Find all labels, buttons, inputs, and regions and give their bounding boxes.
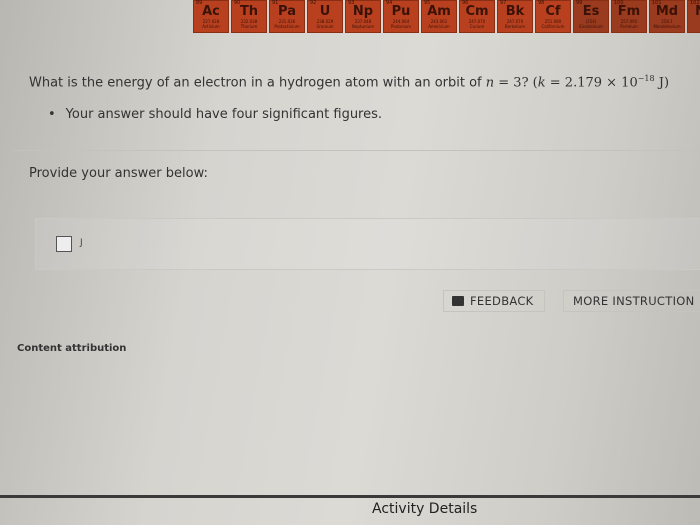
element-num: 99 [576,0,583,6]
element-num: 101 [652,0,662,6]
element-name: Mendelevium [653,24,681,29]
element-sym: No [688,5,700,19]
element-name: Einsteinium [579,24,603,29]
element-np: 93 Np 237.048 Neptunium [345,0,381,33]
element-num: 95 [424,0,431,6]
element-name: Curium [469,24,485,29]
feedback-icon [452,296,464,306]
element-no: 102No [687,0,700,33]
element-cm: 96 Cm 247.070 Curium [459,0,495,33]
element-sym: Cm [465,4,489,19]
element-name: Protactinium [274,24,300,29]
element-num: 89 [196,0,203,6]
answer-input[interactable] [56,236,72,252]
question-text: What is the energy of an electron in a h… [29,74,670,91]
element-md: 101 Md 258.1 Mendelevium [649,0,685,33]
element-pu: 94 Pu 244.064 Plutonium [383,0,419,33]
element-num: 96 [462,0,469,6]
element-num: 94 [386,0,393,6]
element-num: 98 [538,0,545,6]
element-num: 90 [234,0,241,6]
element-sym: U [319,4,331,19]
element-u: 92 U 238.029 Uranium [307,0,343,33]
more-instruction-button[interactable]: MORE INSTRUCTION [563,290,700,312]
element-sym: Cf [545,4,561,19]
element-name: Neptunium [351,24,375,29]
activity-details-button[interactable]: Activity Details [372,501,477,517]
element-sym: Es [582,4,600,19]
element-sym: Pu [391,4,411,19]
element-num: 100 [614,0,624,6]
element-pa: 91 Pa 231.036 Protactinium [269,0,305,33]
element-sym: Th [239,4,259,19]
element-th: 90 Th 232.038 Thorium [231,0,267,33]
element-bk: 97 Bk 247.070 Berkelium [497,0,533,33]
element-name: Actinium [202,24,220,29]
periodic-table-strip: 89 Ac 227.028 Actinium 90 Th 232.038 Thorium 91 P… [193,0,700,33]
element-fm: 100 Fm 257.095 Fermium [611,0,647,33]
element-sym: Ac [202,4,220,19]
element-name: Americium [428,24,450,29]
element-sym: Bk [505,4,525,19]
answer-unit: J [80,238,83,248]
element-ac: 89 Ac 227.028 Actinium [193,0,229,33]
element-name: Californium [541,24,565,29]
element-name: Plutonium [390,24,412,29]
element-num: 93 [348,0,355,6]
element-sym: Fm [617,4,641,19]
element-sym: Am [427,4,451,19]
element-num: 102 [690,0,700,6]
element-name: Berkelium [504,24,526,29]
element-num: 97 [500,0,507,6]
divider [14,150,700,151]
element-sym: Np [352,4,374,19]
answer-area: J [35,218,700,270]
divider [0,495,700,498]
element-num: 92 [310,0,317,6]
instruction-bullet: • Your answer should have four significan… [48,107,383,122]
element-cf: 98 Cf 251.080 Californium [535,0,571,33]
element-sym: Md [655,4,679,19]
element-sym: Pa [278,4,296,19]
content-attribution-link[interactable]: Content attribution [17,343,126,354]
element-name: Uranium [316,24,334,29]
element-es: 99 Es (254) Einsteinium [573,0,609,33]
answer-prompt: Provide your answer below: [29,166,208,181]
element-am: 95 Am 243.061 Americium [421,0,457,33]
element-name: Fermium [620,24,638,29]
element-num: 91 [272,0,279,6]
element-name: Thorium [240,24,258,29]
feedback-button[interactable]: FEEDBACK [443,290,545,312]
